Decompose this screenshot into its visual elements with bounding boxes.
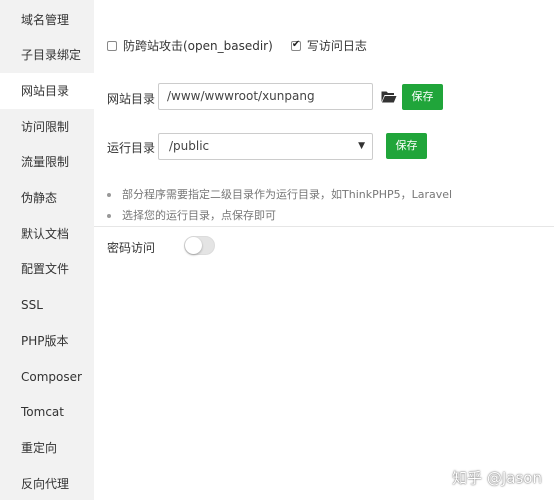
toggle-knob bbox=[185, 237, 202, 254]
chevron-down-icon: ▼ bbox=[358, 141, 365, 151]
run-dir-label: 运行目录 bbox=[107, 141, 156, 155]
access-log-checkbox[interactable] bbox=[290, 39, 301, 51]
tip-item: 选择您的运行目录，点保存即可 bbox=[107, 205, 452, 226]
sidebar: 域名管理 子目录绑定 网站目录 访问限制 流量限制 伪静态 默认文档 配置文件 … bbox=[0, 0, 94, 500]
password-access-toggle[interactable] bbox=[184, 236, 215, 255]
divider bbox=[94, 226, 554, 227]
run-dir-select[interactable]: /public ▼ bbox=[158, 133, 373, 160]
sidebar-item-rewrite[interactable]: 伪静态 bbox=[0, 180, 94, 216]
sidebar-item-composer[interactable]: Composer bbox=[0, 359, 94, 395]
sidebar-item-tomcat[interactable]: Tomcat bbox=[0, 394, 94, 430]
tip-text: 部分程序需要指定二级目录作为运行目录，如ThinkPHP5，Laravel bbox=[122, 188, 453, 201]
run-dir-selected-value: /public bbox=[169, 139, 210, 153]
main-panel: 防跨站攻击(open_basedir) 写访问日志 网站目录 /www/wwwr… bbox=[94, 0, 554, 500]
bullet-icon bbox=[107, 192, 111, 197]
sidebar-item-access-limit[interactable]: 访问限制 bbox=[0, 109, 94, 145]
sidebar-item-subdir-binding[interactable]: 子目录绑定 bbox=[0, 37, 94, 73]
watermark: 知乎 @Jason bbox=[452, 469, 542, 487]
folder-open-icon[interactable] bbox=[381, 90, 397, 103]
sidebar-item-traffic-limit[interactable]: 流量限制 bbox=[0, 144, 94, 180]
site-dir-label: 网站目录 bbox=[107, 92, 156, 106]
sidebar-item-config-file[interactable]: 配置文件 bbox=[0, 251, 94, 287]
sidebar-item-site-directory[interactable]: 网站目录 bbox=[0, 73, 94, 109]
sidebar-item-redirect[interactable]: 重定向 bbox=[0, 430, 94, 466]
sidebar-item-reverse-proxy[interactable]: 反向代理 bbox=[0, 466, 94, 500]
options-row: 防跨站攻击(open_basedir) 写访问日志 bbox=[107, 37, 385, 54]
anti-xss-checkbox[interactable] bbox=[107, 40, 117, 51]
tip-text: 选择您的运行目录，点保存即可 bbox=[122, 209, 276, 222]
sidebar-item-ssl[interactable]: SSL bbox=[0, 287, 94, 323]
tips-list: 部分程序需要指定二级目录作为运行目录，如ThinkPHP5，Laravel 选择… bbox=[107, 184, 452, 226]
site-dir-save-button[interactable]: 保存 bbox=[402, 84, 443, 110]
sidebar-item-php-version[interactable]: PHP版本 bbox=[0, 323, 94, 359]
bullet-icon bbox=[107, 213, 111, 218]
password-access-label: 密码访问 bbox=[107, 241, 156, 255]
site-dir-input[interactable]: /www/wwwroot/xunpang bbox=[158, 83, 373, 110]
sidebar-item-default-doc[interactable]: 默认文档 bbox=[0, 216, 94, 252]
access-log-label: 写访问日志 bbox=[306, 39, 367, 53]
run-dir-save-button[interactable]: 保存 bbox=[386, 133, 427, 159]
anti-xss-label: 防跨站攻击(open_basedir) bbox=[123, 39, 273, 53]
tip-item: 部分程序需要指定二级目录作为运行目录，如ThinkPHP5，Laravel bbox=[107, 184, 452, 205]
sidebar-item-domain[interactable]: 域名管理 bbox=[0, 2, 94, 38]
